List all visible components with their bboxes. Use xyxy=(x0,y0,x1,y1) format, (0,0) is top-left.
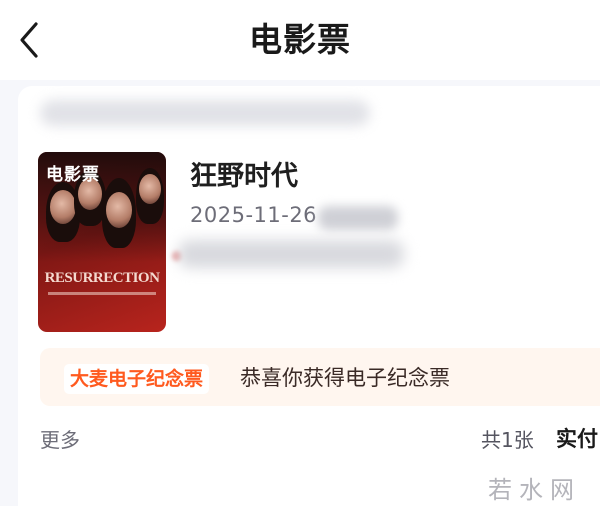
redacted-time xyxy=(318,206,398,230)
page-title: 电影票 xyxy=(249,20,351,59)
poster-badge: 电影票 xyxy=(46,165,100,185)
poster-title: RESURRECTION xyxy=(44,270,160,286)
ticket-count: 共1张 xyxy=(481,428,534,452)
poster-figure xyxy=(50,190,76,224)
redacted-cinema xyxy=(178,240,404,268)
more-link[interactable]: 更多 xyxy=(40,424,80,453)
souvenir-tag: 大麦电子纪念票 xyxy=(64,364,210,394)
poster-figure xyxy=(139,174,161,204)
paid-label: 实付 xyxy=(556,427,598,451)
souvenir-message: 恭喜你获得电子纪念票 xyxy=(240,366,450,390)
poster-figure xyxy=(106,192,132,228)
movie-poster[interactable]: 电影票 RESURRECTION xyxy=(38,152,166,332)
movie-name: 狂野时代 xyxy=(190,161,298,192)
poster-subtitle-line xyxy=(48,292,156,295)
show-date: 2025-11-26 xyxy=(190,203,318,227)
redacted-info xyxy=(40,100,370,126)
watermark: 若水网 xyxy=(488,476,581,504)
